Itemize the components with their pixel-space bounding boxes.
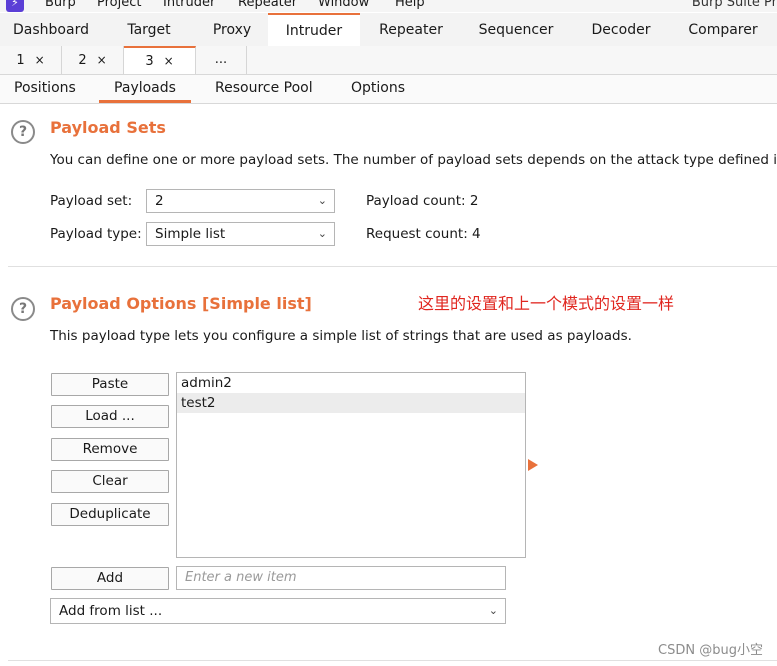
- close-icon[interactable]: ×: [97, 53, 107, 67]
- tab-sequencer[interactable]: Sequencer: [462, 13, 570, 46]
- menu-project[interactable]: Project: [97, 0, 141, 10]
- request-count: Request count: 4: [366, 226, 481, 242]
- add-from-list-select[interactable]: Add from list ... ⌄: [50, 598, 506, 624]
- burp-logo-icon: ⚡: [6, 0, 24, 12]
- menu-help[interactable]: Help: [395, 0, 425, 10]
- payload-set-label: Payload set:: [50, 193, 133, 209]
- clear-button[interactable]: Clear: [51, 470, 169, 493]
- tab-dashboard[interactable]: Dashboard: [0, 13, 102, 46]
- menu-burp[interactable]: Burp: [45, 0, 76, 10]
- tab-target[interactable]: Target: [102, 13, 196, 46]
- help-icon[interactable]: ?: [11, 120, 35, 144]
- tab-positions[interactable]: Positions: [14, 75, 76, 103]
- payload-count: Payload count: 2: [366, 193, 479, 209]
- chevron-down-icon: ⌄: [488, 604, 498, 617]
- paste-button[interactable]: Paste: [51, 373, 169, 396]
- payload-type-value: Simple list: [155, 226, 226, 242]
- deduplicate-button[interactable]: Deduplicate: [51, 503, 169, 526]
- payload-sets-title: Payload Sets: [50, 118, 166, 137]
- attack-tab-label: ...: [214, 52, 228, 67]
- payload-type-select[interactable]: Simple list ⌄: [146, 222, 335, 246]
- expand-arrow-icon[interactable]: [528, 459, 538, 471]
- annotation-text: 这里的设置和上一个模式的设置一样: [418, 294, 675, 313]
- remove-button[interactable]: Remove: [51, 438, 169, 461]
- attack-tab-2[interactable]: 2 ×: [62, 46, 124, 74]
- payload-sets-description: You can define one or more payload sets.…: [50, 152, 777, 168]
- tab-intruder[interactable]: Intruder: [268, 13, 360, 46]
- tab-payloads[interactable]: Payloads: [99, 75, 191, 103]
- section-divider: [8, 266, 777, 267]
- menu-bar: ⚡ Burp Project Intruder Repeater Window …: [0, 0, 777, 12]
- payload-type-label: Payload type:: [50, 226, 142, 242]
- menu-window[interactable]: Window: [318, 0, 369, 10]
- attack-tab-bar: 1 × 2 × 3 × ...: [0, 46, 777, 75]
- payload-options-description: This payload type lets you configure a s…: [50, 328, 632, 344]
- close-icon[interactable]: ×: [35, 53, 45, 67]
- payload-options-title: Payload Options [Simple list]: [50, 294, 312, 313]
- attack-tab-new[interactable]: ...: [196, 46, 247, 74]
- tab-resource-pool[interactable]: Resource Pool: [215, 75, 313, 103]
- watermark: CSDN @bug小空: [658, 643, 763, 658]
- chevron-down-icon: ⌄: [317, 227, 327, 240]
- attack-tab-label: 2: [78, 53, 87, 68]
- menu-repeater[interactable]: Repeater: [238, 0, 297, 10]
- payload-set-value: 2: [155, 193, 164, 209]
- attack-tab-label: 1: [16, 53, 25, 68]
- section-tab-bar: Positions Payloads Resource Pool Options: [0, 75, 777, 104]
- load-button[interactable]: Load ...: [51, 405, 169, 428]
- attack-tab-label: 3: [145, 54, 154, 69]
- tab-repeater[interactable]: Repeater: [360, 13, 462, 46]
- section-divider: [8, 660, 777, 661]
- main-tab-bar: Dashboard Target Proxy Intruder Repeater…: [0, 13, 777, 47]
- list-item[interactable]: admin2: [177, 373, 525, 393]
- menu-intruder[interactable]: Intruder: [163, 0, 215, 10]
- tab-comparer[interactable]: Comparer: [672, 13, 774, 46]
- payload-list[interactable]: admin2 test2: [176, 372, 526, 558]
- help-icon[interactable]: ?: [11, 297, 35, 321]
- tab-options[interactable]: Options: [351, 75, 405, 103]
- app-title: Burp Suite Pr: [691, 0, 777, 10]
- chevron-down-icon: ⌄: [317, 194, 327, 207]
- attack-tab-3[interactable]: 3 ×: [124, 46, 196, 74]
- payload-set-select[interactable]: 2 ⌄: [146, 189, 335, 213]
- add-from-list-value: Add from list ...: [59, 603, 163, 619]
- tab-proxy[interactable]: Proxy: [196, 13, 268, 46]
- new-item-input[interactable]: Enter a new item: [176, 566, 506, 590]
- attack-tab-1[interactable]: 1 ×: [0, 46, 62, 74]
- add-button[interactable]: Add: [51, 567, 169, 590]
- list-item[interactable]: test2: [177, 393, 525, 413]
- tab-decoder[interactable]: Decoder: [570, 13, 672, 46]
- close-icon[interactable]: ×: [164, 54, 174, 68]
